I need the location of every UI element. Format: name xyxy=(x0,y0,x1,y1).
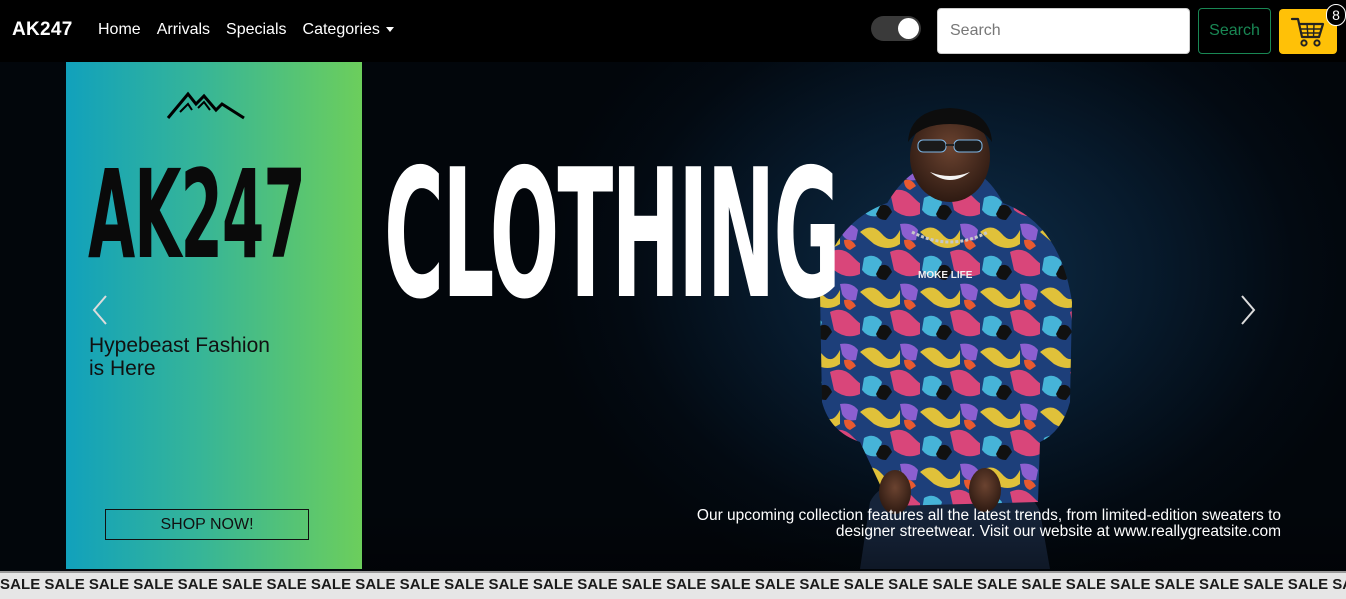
sale-word: SALE xyxy=(488,576,529,593)
sale-marquee-track: SALE SALE SALE SALE SALE SALE SALE SALE SALE SALE… xyxy=(0,576,1346,593)
sale-word: SALE xyxy=(355,576,396,593)
hoodie-print-text: MOKE LIFE xyxy=(918,270,973,281)
sale-word: SALE xyxy=(1198,576,1240,593)
hero-title: CLOTHING xyxy=(384,131,841,338)
nav-link-specials[interactable]: Specials xyxy=(226,21,286,39)
sale-word: SALE xyxy=(133,576,174,593)
sale-word: SALE xyxy=(222,576,263,593)
sale-word: SALE xyxy=(0,576,41,593)
navbar: AK247 Home Arrivals Specials Categories … xyxy=(0,0,1346,62)
sale-word: SALE xyxy=(932,576,973,593)
sale-word: SALE xyxy=(1332,576,1346,593)
sale-word: SALE xyxy=(799,576,840,593)
nav-link-home[interactable]: Home xyxy=(98,21,141,39)
sale-word: SALE xyxy=(1287,576,1329,593)
search-button[interactable]: Search xyxy=(1198,8,1271,54)
sale-word: SALE xyxy=(1021,576,1062,593)
sale-word: SALE xyxy=(888,576,929,593)
nav-links: Home Arrivals Specials Categories xyxy=(98,21,394,39)
sale-word: SALE xyxy=(44,576,85,593)
sale-word: SALE xyxy=(621,576,663,593)
shop-now-button[interactable]: SHOP NOW! xyxy=(105,509,309,540)
sale-word: SALE xyxy=(266,576,307,593)
sale-word: SALE xyxy=(399,576,441,593)
nav-link-categories-label: Categories xyxy=(302,21,380,38)
mountain-logo-icon xyxy=(166,91,245,120)
sale-word: SALE xyxy=(532,576,574,593)
sale-word: SALE xyxy=(710,576,751,593)
carousel-prev-button[interactable] xyxy=(86,290,116,330)
sale-word: SALE xyxy=(1154,576,1195,593)
shopping-cart-icon xyxy=(1290,17,1325,47)
chevron-right-icon xyxy=(1241,295,1256,325)
navbar-brand[interactable]: AK247 xyxy=(12,19,73,41)
sale-word: SALE xyxy=(177,576,219,593)
sale-word: SALE xyxy=(310,576,352,593)
hero-description: Our upcoming collection features all the… xyxy=(696,507,1281,540)
caret-down-icon xyxy=(385,27,394,33)
sale-word: SALE xyxy=(1110,576,1151,593)
sale-marquee: SALE SALE SALE SALE SALE SALE SALE SALE SALE SALE… xyxy=(0,571,1346,599)
sale-word: SALE xyxy=(577,576,618,593)
sale-word: SALE xyxy=(843,576,885,593)
sale-word: SALE xyxy=(88,576,130,593)
nav-link-arrivals[interactable]: Arrivals xyxy=(157,21,210,39)
sale-word: SALE xyxy=(754,576,796,593)
hero-carousel: MOKE LIFE AK247 Hypebeast Fashion is Her… xyxy=(0,62,1346,571)
sale-word: SALE xyxy=(444,576,485,593)
search-input[interactable] xyxy=(937,8,1190,54)
promo-brand-title: AK247 xyxy=(88,144,306,286)
chevron-left-icon xyxy=(92,295,107,325)
sale-word: SALE xyxy=(1065,576,1107,593)
cart-count-badge: 8 xyxy=(1326,4,1346,26)
model-photo: MOKE LIFE xyxy=(820,108,1072,569)
theme-toggle[interactable] xyxy=(871,16,921,41)
carousel-next-button[interactable] xyxy=(1232,290,1262,330)
sale-word: SALE xyxy=(666,576,707,593)
sale-word: SALE xyxy=(1243,576,1284,593)
sale-word: SALE xyxy=(976,576,1018,593)
promo-tagline: Hypebeast Fashion is Here xyxy=(89,334,270,380)
nav-dropdown-categories[interactable]: Categories xyxy=(303,21,394,39)
toggle-knob xyxy=(898,18,919,39)
